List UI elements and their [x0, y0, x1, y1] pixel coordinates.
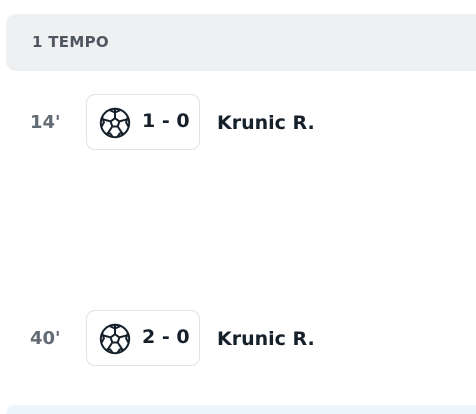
player-name[interactable]: Krunic R. — [217, 328, 315, 350]
period-header: 1 TEMPO — [6, 14, 476, 71]
goal-event-row[interactable]: 14' 1 - 0 Krunic R. — [0, 94, 476, 152]
event-minute: 14' — [30, 112, 61, 133]
soccer-ball-icon — [99, 323, 131, 355]
soccer-ball-icon — [99, 107, 131, 139]
event-minute: 40' — [30, 328, 61, 349]
period-title: 1 TEMPO — [32, 33, 109, 51]
score-text: 2 - 0 — [142, 326, 190, 348]
next-section-strip — [6, 405, 476, 414]
score-text: 1 - 0 — [142, 110, 190, 132]
score-box: 1 - 0 — [86, 94, 200, 150]
goal-event-row[interactable]: 40' 2 - 0 Krunic R. — [0, 310, 476, 368]
player-name[interactable]: Krunic R. — [217, 112, 315, 134]
score-box: 2 - 0 — [86, 310, 200, 366]
